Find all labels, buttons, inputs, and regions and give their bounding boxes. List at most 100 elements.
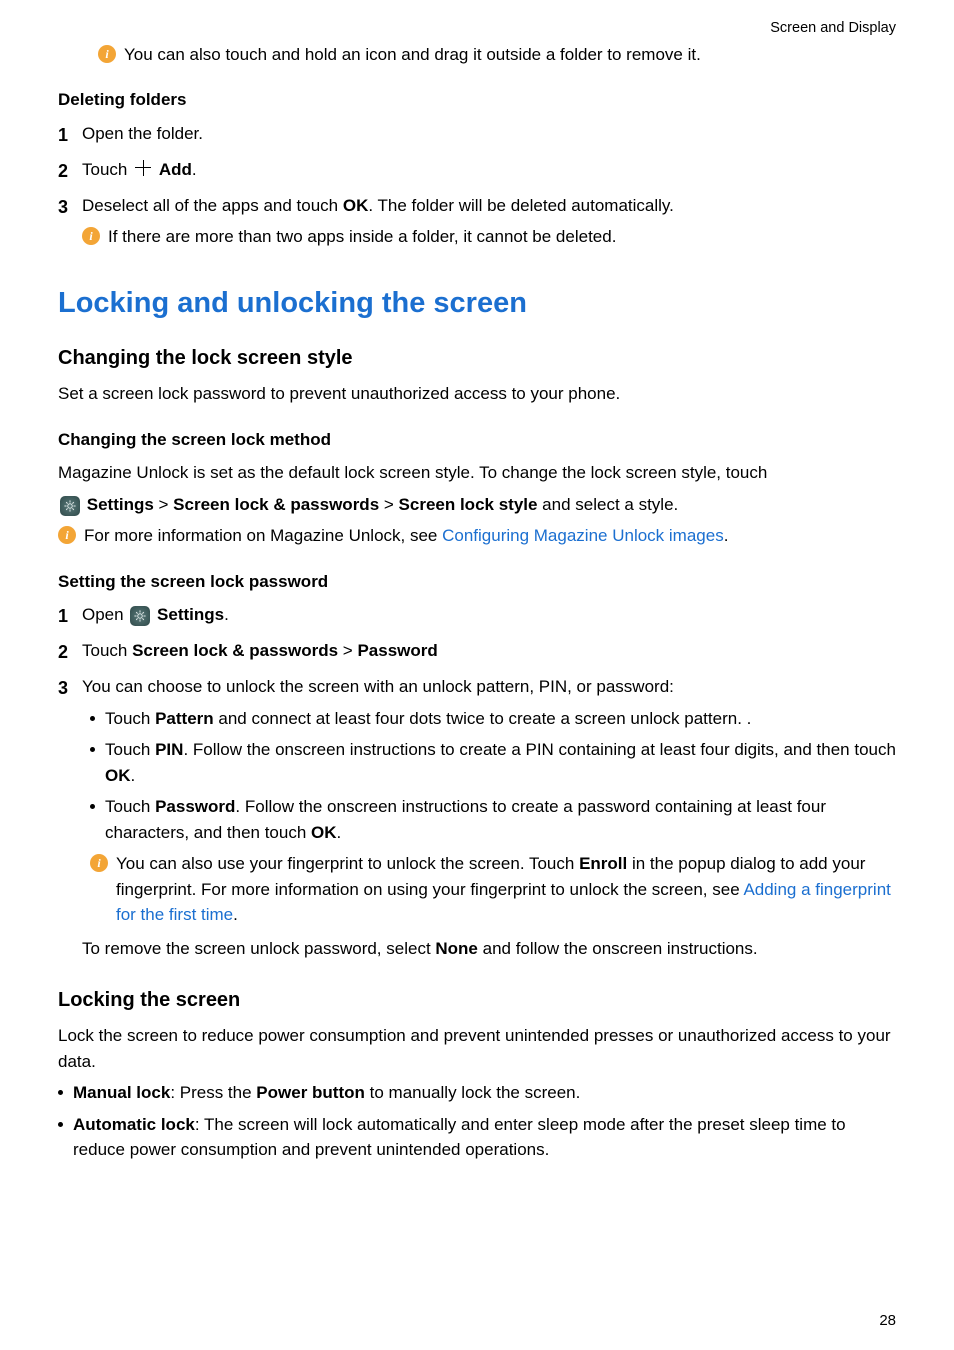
configuring-magazine-link[interactable]: Configuring Magazine Unlock images [442, 526, 724, 545]
locking-screen-intro: Lock the screen to reduce power consumpt… [58, 1023, 896, 1074]
text: and select a style. [537, 495, 678, 514]
list-item: Touch PIN. Follow the onscreen instructi… [82, 737, 896, 788]
list-item: Manual lock: Press the Power button to m… [58, 1080, 896, 1106]
pin-label: PIN [155, 740, 183, 759]
text: You can choose to unlock the screen with… [82, 677, 674, 696]
step-body: Open Settings. [82, 602, 896, 628]
text: Touch [105, 797, 155, 816]
text: : Press the [170, 1083, 256, 1102]
bullet-body: Touch Password. Follow the onscreen inst… [105, 794, 896, 845]
changing-lock-style-heading: Changing the lock screen style [58, 343, 896, 373]
changing-lock-style-intro: Set a screen lock password to prevent un… [58, 381, 896, 407]
unlock-options: Touch Pattern and connect at least four … [82, 706, 896, 846]
text: and connect at least four dots twice to … [214, 709, 752, 728]
list-item: 2 Touch Screen lock & passwords > Passwo… [58, 638, 896, 666]
breadcrumb: Screen and Display [58, 18, 896, 40]
text: and follow the onscreen instructions. [478, 939, 758, 958]
ok-label: OK [105, 766, 131, 785]
bullet-body: Touch Pattern and connect at least four … [105, 706, 896, 732]
text: Touch [105, 709, 155, 728]
bullet-icon [90, 716, 95, 721]
fingerprint-tip: i You can also use your fingerprint to u… [82, 851, 896, 928]
note-body: For more information on Magazine Unlock,… [84, 523, 728, 549]
list-item: 3 You can choose to unlock the screen wi… [58, 674, 896, 967]
text: . [131, 766, 136, 785]
step-body: Open the folder. [82, 121, 896, 147]
list-item: Automatic lock: The screen will lock aut… [58, 1112, 896, 1163]
text: . [192, 160, 197, 179]
sep: > [338, 641, 357, 660]
path-segment: Screen lock & passwords [132, 641, 338, 660]
change-method-line1: Magazine Unlock is set as the default lo… [58, 460, 896, 486]
step-number: 3 [58, 674, 82, 702]
add-label: Add [159, 160, 192, 179]
manual-lock-label: Manual lock [73, 1083, 170, 1102]
bullet-icon [58, 1122, 63, 1127]
power-button-label: Power button [256, 1083, 365, 1102]
text: . [337, 823, 342, 842]
top-note-text: You can also touch and hold an icon and … [124, 42, 701, 68]
bullet-icon [58, 1090, 63, 1095]
lock-methods: Manual lock: Press the Power button to m… [58, 1080, 896, 1163]
text: Open [82, 605, 128, 624]
step-number: 3 [58, 193, 82, 221]
deleting-note: i If there are more than two apps inside… [82, 224, 896, 250]
bullet-body: Manual lock: Press the Power button to m… [73, 1080, 896, 1106]
text: . [224, 605, 229, 624]
text: to manually lock the screen. [365, 1083, 580, 1102]
text: You can also use your fingerprint to unl… [116, 854, 579, 873]
locking-unlocking-heading: Locking and unlocking the screen [58, 282, 896, 326]
step-body: Touch Add. [82, 157, 896, 183]
step-number: 2 [58, 638, 82, 666]
remove-password-line: To remove the screen unlock password, se… [82, 936, 896, 962]
text: Touch [82, 160, 132, 179]
text: Touch [82, 641, 132, 660]
setpw-steps: 1 Open Settings. 2 Touch Screen lock & p… [58, 602, 896, 967]
bullet-icon [90, 747, 95, 752]
list-item: 1 Open Settings. [58, 602, 896, 630]
bullet-body: Touch PIN. Follow the onscreen instructi… [105, 737, 896, 788]
text: . [724, 526, 729, 545]
top-note: i You can also touch and hold an icon an… [58, 42, 896, 68]
note-text: If there are more than two apps inside a… [108, 224, 616, 250]
text: . Follow the onscreen instructions to cr… [183, 740, 896, 759]
changing-lock-method-heading: Changing the screen lock method [58, 427, 896, 453]
setting-lock-password-heading: Setting the screen lock password [58, 569, 896, 595]
step-body: Deselect all of the apps and touch OK. T… [82, 193, 896, 256]
automatic-lock-label: Automatic lock [73, 1115, 195, 1134]
text: For more information on Magazine Unlock,… [84, 526, 442, 545]
sep: > [379, 495, 398, 514]
step-body: Touch Screen lock & passwords > Password [82, 638, 896, 664]
settings-icon [60, 496, 80, 516]
list-item: 1 Open the folder. [58, 121, 896, 149]
list-item: 2 Touch Add. [58, 157, 896, 185]
bullet-icon [90, 804, 95, 809]
plus-icon [134, 159, 152, 177]
path-segment: Screen lock & passwords [173, 495, 379, 514]
info-icon: i [98, 45, 116, 63]
settings-label: Settings [87, 495, 154, 514]
info-icon: i [82, 227, 100, 245]
info-icon: i [90, 854, 108, 872]
info-icon: i [58, 526, 76, 544]
step-number: 1 [58, 121, 82, 149]
step-body: You can choose to unlock the screen with… [82, 674, 896, 967]
ok-label: OK [343, 196, 369, 215]
tip-body: You can also use your fingerprint to unl… [116, 851, 896, 928]
none-label: None [435, 939, 478, 958]
list-item: 3 Deselect all of the apps and touch OK.… [58, 193, 896, 256]
page: Screen and Display i You can also touch … [0, 0, 954, 1350]
text: Touch [105, 740, 155, 759]
step-number: 1 [58, 602, 82, 630]
text: . [233, 905, 238, 924]
path-segment: Password [357, 641, 437, 660]
change-method-path: Settings > Screen lock & passwords > Scr… [58, 492, 896, 518]
enroll-label: Enroll [579, 854, 627, 873]
magazine-note: i For more information on Magazine Unloc… [58, 523, 896, 549]
deleting-steps: 1 Open the folder. 2 Touch Add. 3 Desele… [58, 121, 896, 256]
path-segment: Screen lock style [399, 495, 538, 514]
list-item: Touch Pattern and connect at least four … [82, 706, 896, 732]
settings-icon [130, 606, 150, 626]
text: To remove the screen unlock password, se… [82, 939, 435, 958]
deleting-folders-heading: Deleting folders [58, 87, 896, 113]
